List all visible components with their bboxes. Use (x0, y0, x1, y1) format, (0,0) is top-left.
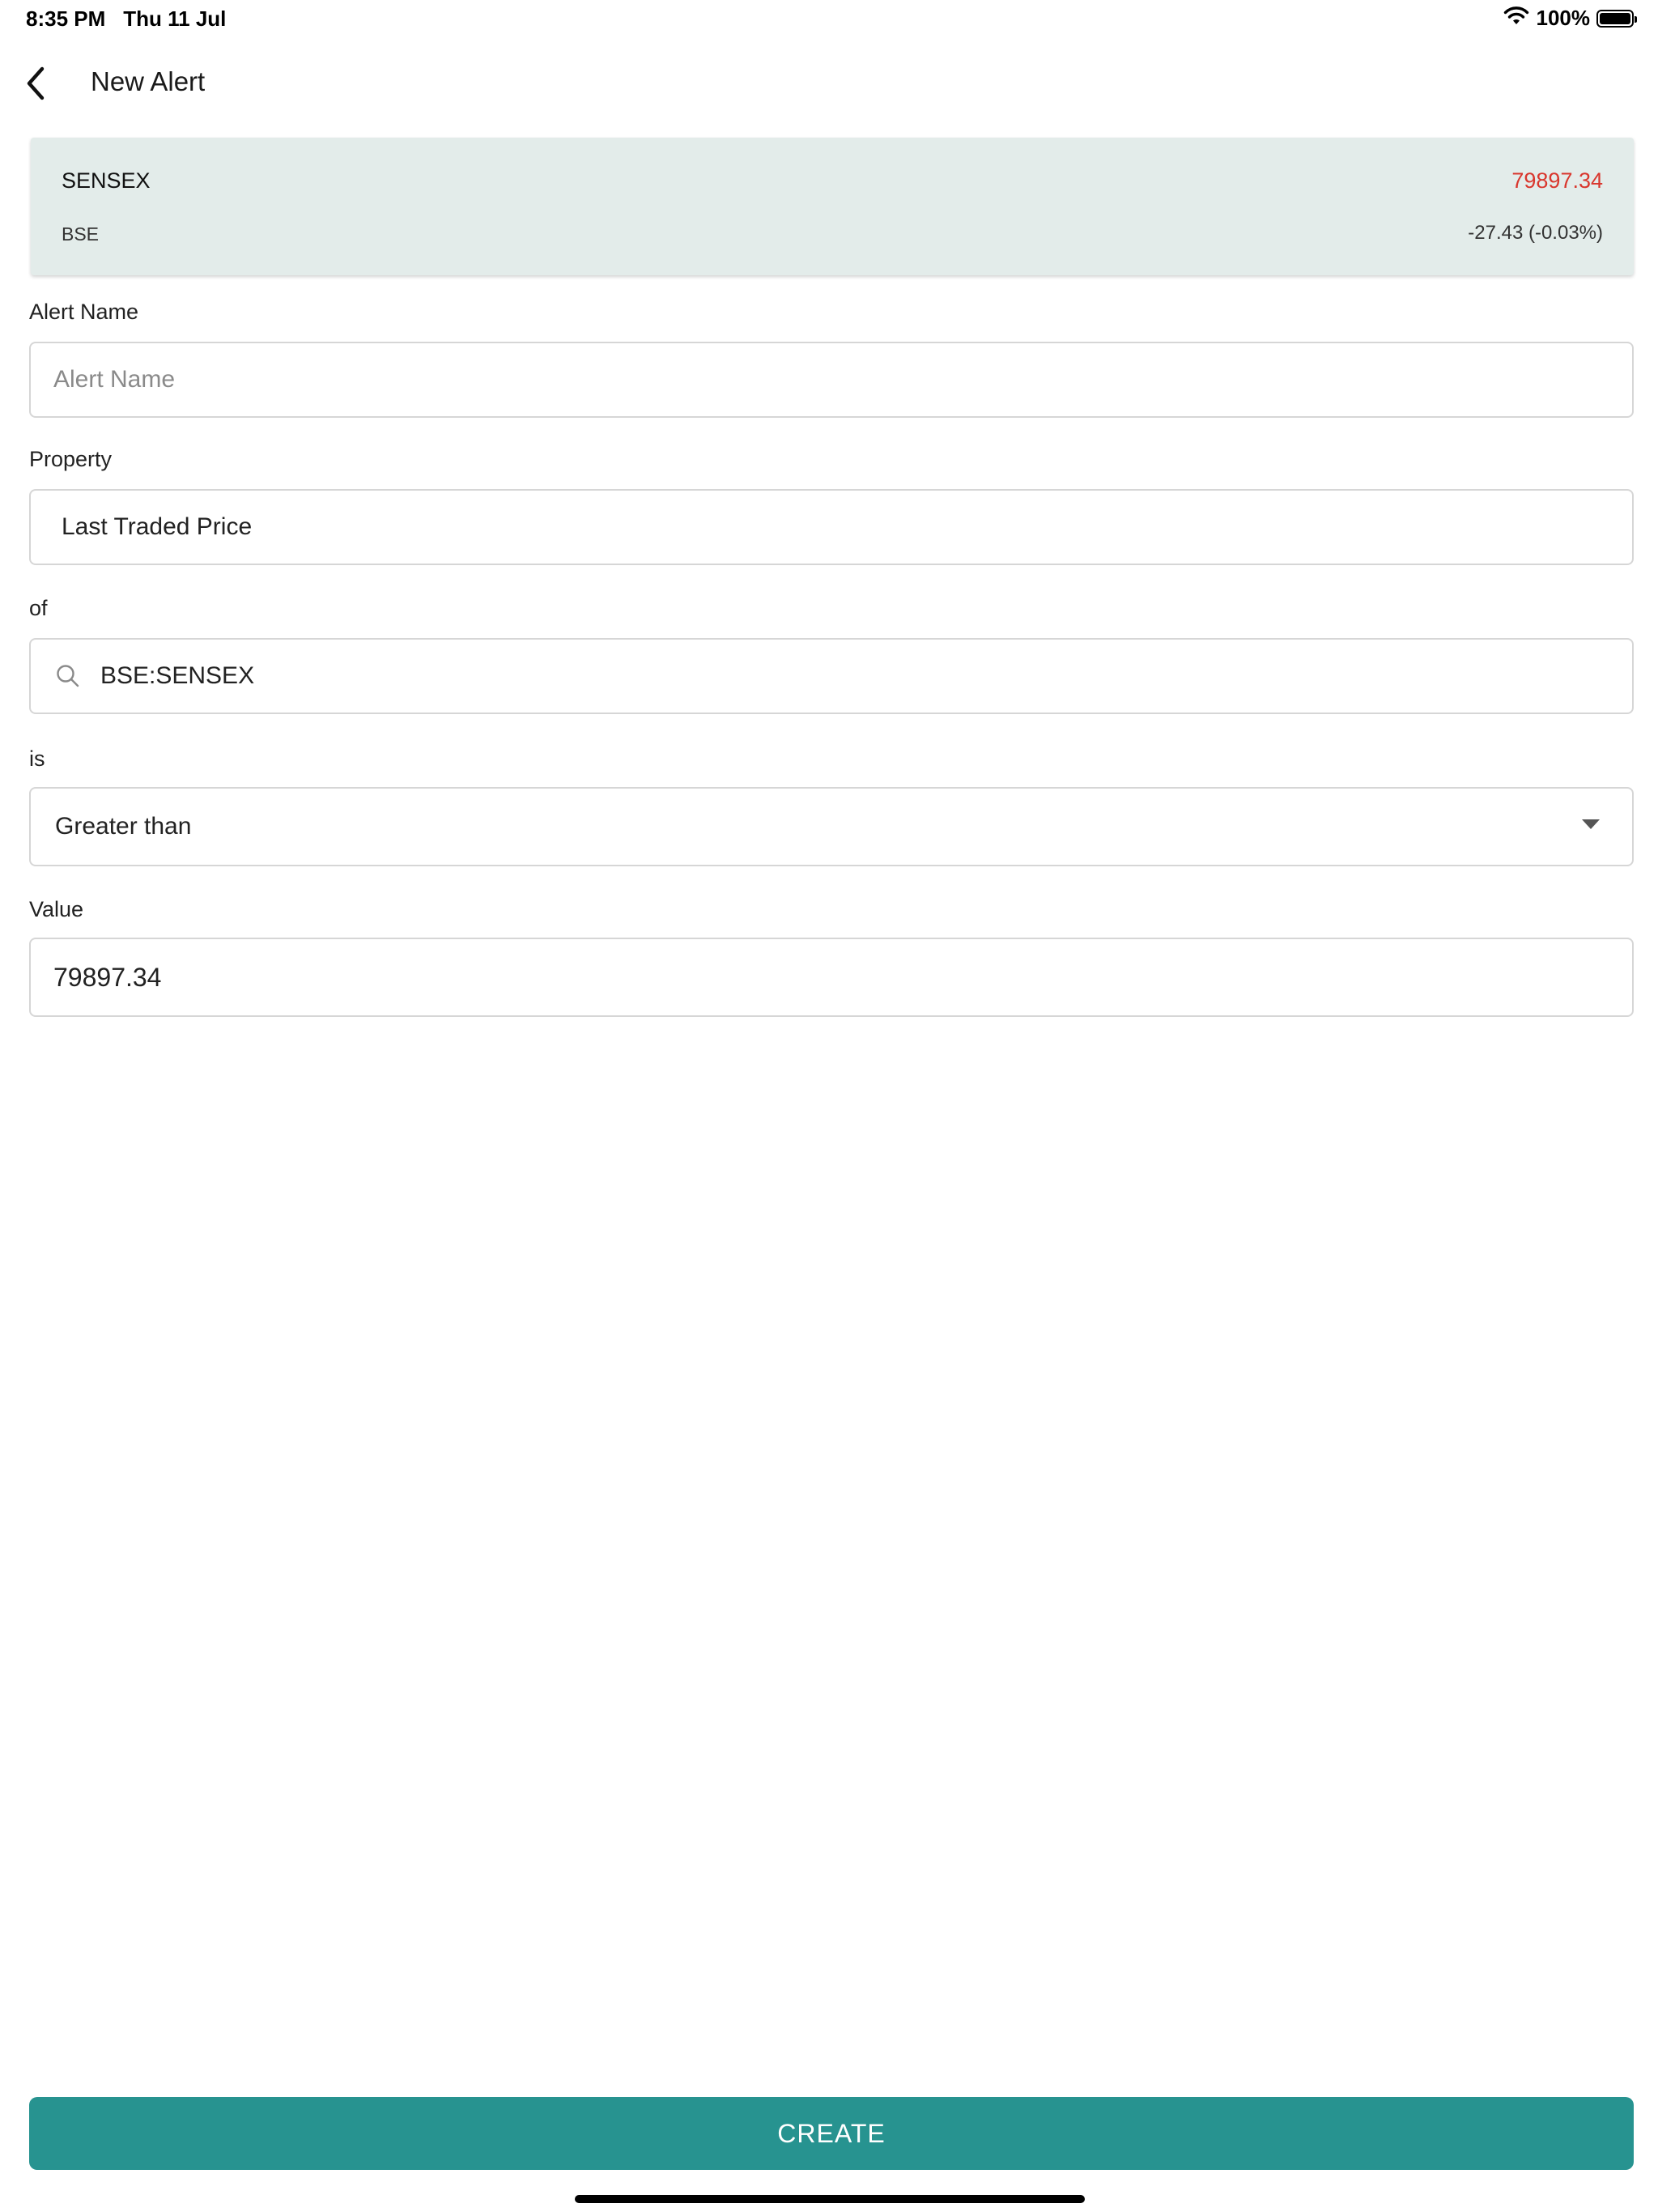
status-left: 8:35 PM Thu 11 Jul (26, 6, 226, 32)
price-change: -27.43 (-0.03%) (1468, 222, 1603, 244)
of-label: of (29, 596, 48, 620)
is-label: is (29, 747, 45, 771)
battery-percent: 100% (1536, 6, 1591, 30)
alert-name-field[interactable] (29, 342, 1634, 418)
property-field[interactable]: Last Traded Price (29, 489, 1634, 565)
quote-card[interactable]: SENSEX BSE 79897.34 -27.43 (-0.03%) (31, 138, 1634, 275)
symbol-search-value: BSE:SENSEX (100, 662, 255, 689)
search-icon (55, 663, 81, 689)
create-button[interactable]: CREATE (29, 2097, 1634, 2170)
back-button[interactable] (16, 65, 57, 105)
home-indicator[interactable] (575, 2195, 1085, 2203)
last-price: 79897.34 (1511, 168, 1603, 193)
condition-value: Greater than (55, 813, 192, 840)
symbol-search-field[interactable]: BSE:SENSEX (29, 638, 1634, 714)
status-date: Thu 11 Jul (123, 6, 227, 31)
battery-icon (1596, 9, 1637, 28)
chevron-left-icon (23, 66, 50, 105)
property-label: Property (29, 447, 113, 471)
condition-select[interactable]: Greater than (29, 787, 1634, 866)
value-field[interactable]: 79897.34 (29, 938, 1634, 1017)
symbol-name: SENSEX (62, 168, 151, 193)
exchange-name: BSE (62, 223, 100, 245)
status-bar: 8:35 PM Thu 11 Jul 100% (0, 0, 1658, 39)
alert-name-input[interactable] (53, 366, 1632, 393)
dropdown-arrow-icon (1582, 819, 1600, 829)
header: New Alert (0, 49, 1658, 121)
value-input[interactable]: 79897.34 (53, 963, 161, 993)
page-title: New Alert (91, 66, 206, 96)
value-label: Value (29, 897, 84, 921)
status-time: 8:35 PM (26, 6, 106, 31)
property-value: Last Traded Price (62, 513, 253, 540)
alert-name-label: Alert Name (29, 300, 139, 324)
battery-fill (1600, 12, 1630, 24)
wifi-icon (1503, 5, 1530, 32)
status-right: 100% (1503, 5, 1637, 32)
